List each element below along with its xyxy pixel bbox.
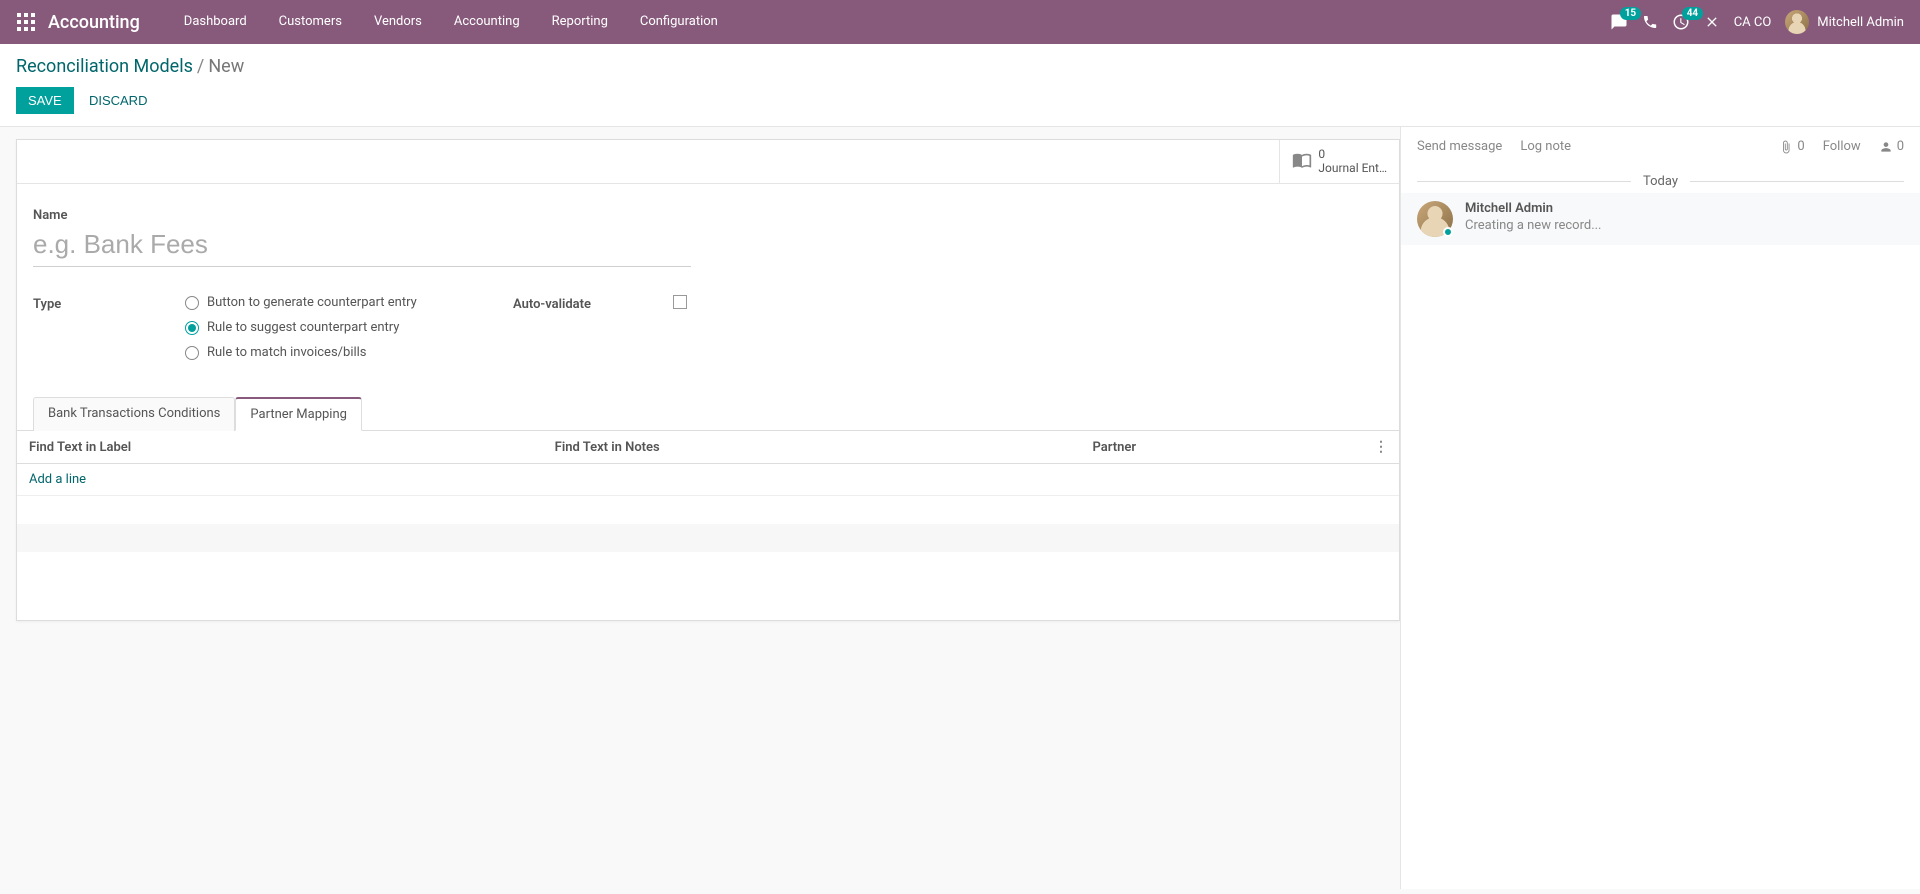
auto-validate-checkbox[interactable]	[673, 295, 687, 309]
messages-icon[interactable]: 15	[1610, 13, 1628, 31]
book-icon	[1292, 150, 1312, 174]
chatter-message: Mitchell Admin Creating a new record...	[1401, 193, 1920, 245]
control-bar: Reconciliation Models/New Save Discard	[0, 44, 1920, 127]
paperclip-icon	[1779, 140, 1793, 154]
col-find-text-notes: Find Text in Notes	[543, 431, 1081, 464]
attachments-count[interactable]: 0	[1779, 139, 1804, 154]
user-name: Mitchell Admin	[1817, 15, 1904, 30]
nav-item-configuration[interactable]: Configuration	[624, 0, 734, 44]
name-label: Name	[33, 208, 1383, 223]
form-sheet: 0 Journal Ent… Name Type	[16, 139, 1400, 621]
type-radio-button-generate[interactable]: Button to generate counterpart entry	[185, 295, 417, 310]
tab-bank-conditions[interactable]: Bank Transactions Conditions	[33, 397, 235, 431]
chatter-panel: Send message Log note 0 Follow 0 Today M…	[1400, 127, 1920, 889]
radio-label: Rule to match invoices/bills	[207, 345, 367, 360]
message-text: Creating a new record...	[1465, 218, 1602, 233]
radio-icon	[185, 296, 199, 310]
top-navbar: Accounting Dashboard Customers Vendors A…	[0, 0, 1920, 44]
nav-menu: Dashboard Customers Vendors Accounting R…	[168, 0, 734, 44]
nav-item-reporting[interactable]: Reporting	[536, 0, 624, 44]
nav-item-customers[interactable]: Customers	[263, 0, 358, 44]
apps-icon[interactable]	[16, 12, 36, 32]
kebab-icon[interactable]: ⋮	[1374, 439, 1387, 455]
nav-item-accounting[interactable]: Accounting	[438, 0, 536, 44]
user-avatar-icon	[1785, 10, 1809, 34]
user-menu[interactable]: Mitchell Admin	[1785, 10, 1904, 34]
nav-item-dashboard[interactable]: Dashboard	[168, 0, 263, 44]
debug-icon[interactable]	[1704, 14, 1720, 30]
type-radio-group: Button to generate counterpart entry Rul…	[185, 295, 417, 360]
stat-label: Journal Ent…	[1318, 162, 1387, 175]
breadcrumb-parent[interactable]: Reconciliation Models	[16, 56, 193, 77]
col-find-text-label: Find Text in Label	[17, 431, 543, 464]
type-radio-match[interactable]: Rule to match invoices/bills	[185, 345, 417, 360]
activities-badge: 44	[1682, 7, 1703, 20]
log-note-button[interactable]: Log note	[1520, 139, 1571, 154]
messages-badge: 15	[1620, 7, 1641, 20]
type-radio-suggest[interactable]: Rule to suggest counterpart entry	[185, 320, 417, 335]
tab-list: Bank Transactions Conditions Partner Map…	[17, 396, 1399, 431]
stat-value: 0	[1318, 148, 1387, 161]
partner-mapping-table: Find Text in Label Find Text in Notes Pa…	[17, 431, 1399, 580]
chatter-date-divider: Today	[1401, 174, 1920, 189]
follow-button[interactable]: Follow	[1823, 139, 1861, 154]
breadcrumb-current: New	[208, 56, 244, 77]
tab-page-partner-mapping: Find Text in Label Find Text in Notes Pa…	[17, 431, 1399, 580]
add-line-link[interactable]: Add a line	[29, 472, 86, 487]
auto-validate-label: Auto-validate	[513, 295, 673, 312]
activities-icon[interactable]: 44	[1672, 13, 1690, 31]
radio-label: Button to generate counterpart entry	[207, 295, 417, 310]
send-message-button[interactable]: Send message	[1417, 139, 1502, 154]
journal-entries-stat-button[interactable]: 0 Journal Ent…	[1279, 140, 1399, 183]
message-author: Mitchell Admin	[1465, 201, 1602, 216]
type-label: Type	[33, 295, 185, 312]
presence-online-icon	[1443, 227, 1453, 237]
phone-icon[interactable]	[1642, 14, 1658, 30]
discard-button[interactable]: Discard	[77, 87, 160, 114]
notebook: Bank Transactions Conditions Partner Map…	[17, 396, 1399, 580]
person-icon	[1879, 140, 1893, 154]
save-button[interactable]: Save	[16, 87, 74, 114]
radio-icon	[185, 346, 199, 360]
followers-count[interactable]: 0	[1879, 139, 1904, 154]
nav-right: 15 44 CA CO Mitchell Admin	[1610, 10, 1904, 34]
col-partner: Partner	[1080, 431, 1362, 464]
app-brand[interactable]: Accounting	[48, 12, 140, 33]
name-input[interactable]	[33, 225, 691, 267]
button-box: 0 Journal Ent…	[17, 140, 1399, 184]
breadcrumb: Reconciliation Models/New	[16, 56, 1904, 77]
company-selector[interactable]: CA CO	[1734, 15, 1772, 30]
radio-label: Rule to suggest counterpart entry	[207, 320, 399, 335]
chatter-topbar: Send message Log note 0 Follow 0	[1401, 127, 1920, 166]
tab-partner-mapping[interactable]: Partner Mapping	[235, 397, 362, 431]
nav-item-vendors[interactable]: Vendors	[358, 0, 438, 44]
radio-icon	[185, 321, 199, 335]
table-row: Add a line	[17, 464, 1399, 496]
